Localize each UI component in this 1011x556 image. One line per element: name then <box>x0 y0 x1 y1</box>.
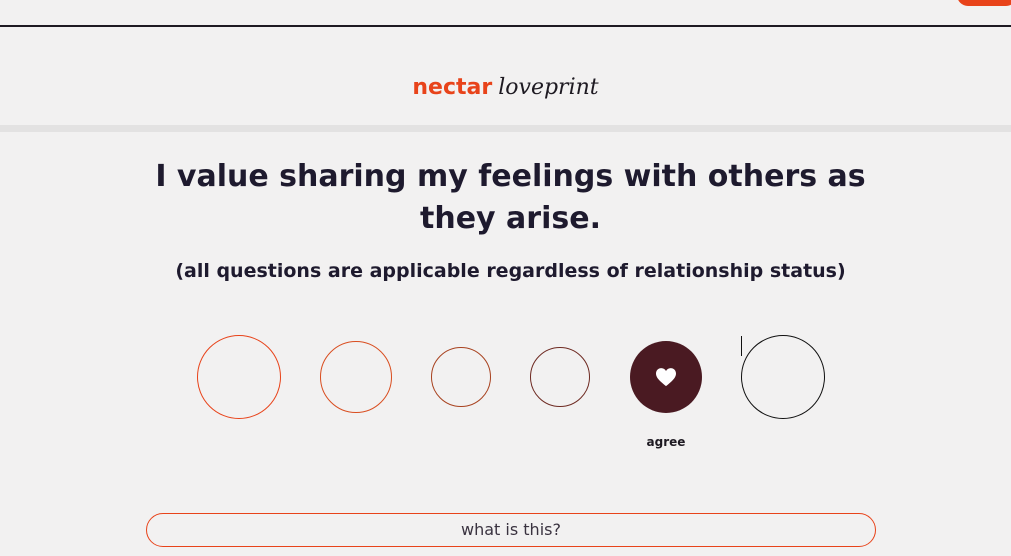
heart-icon <box>656 368 676 387</box>
logo-brand: nectar <box>412 75 493 100</box>
question-text: I value sharing my feelings with others … <box>155 159 866 236</box>
answer-option-5-selected[interactable] <box>630 341 702 413</box>
answer-option-3[interactable] <box>431 347 491 407</box>
answer-option-4[interactable] <box>530 347 590 407</box>
question-subtitle: (all questions are applicable regardless… <box>175 260 846 282</box>
answer-option-2[interactable] <box>320 341 392 413</box>
corner-menu-button[interactable] <box>957 0 1011 6</box>
top-border <box>0 25 1011 27</box>
selected-answer-label: agree <box>646 435 686 449</box>
answer-option-1[interactable] <box>197 335 281 419</box>
logo-product: loveprint <box>498 75 599 100</box>
logo: nectar loveprint <box>0 74 1011 102</box>
text-cursor <box>741 336 742 356</box>
what-is-this-button[interactable]: what is this? <box>146 513 876 547</box>
header-divider <box>0 125 1011 132</box>
answer-option-6[interactable] <box>741 335 825 419</box>
